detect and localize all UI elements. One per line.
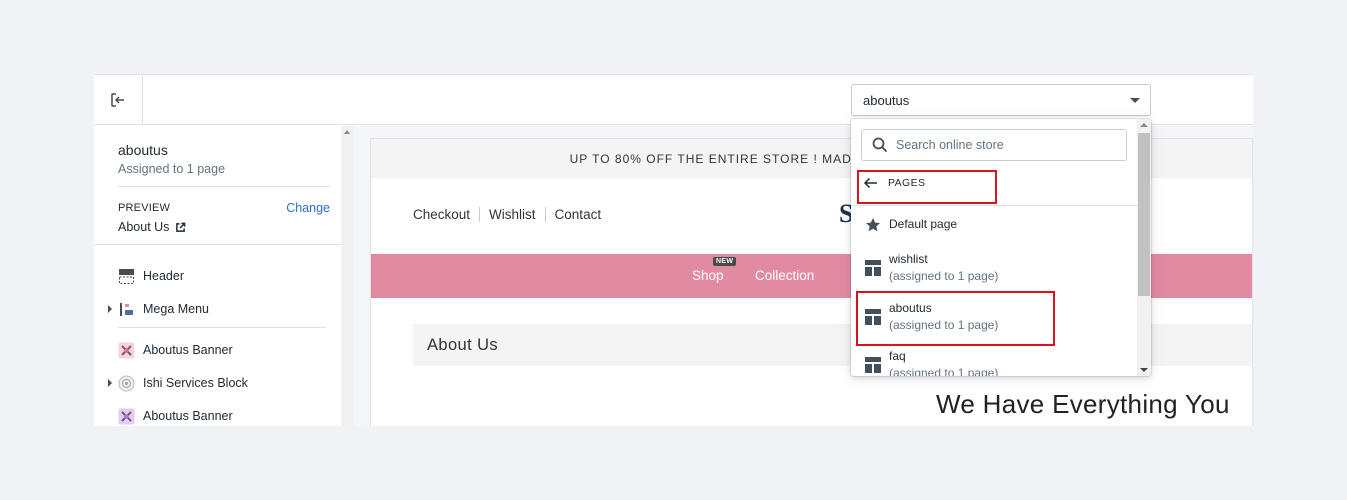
arrow-left-icon bbox=[863, 177, 877, 189]
divider bbox=[118, 327, 326, 328]
banner-app-icon bbox=[118, 342, 135, 359]
header-layout-icon bbox=[118, 268, 135, 285]
exit-editor-button[interactable] bbox=[94, 75, 143, 125]
star-icon bbox=[866, 218, 880, 232]
preview-page-link[interactable]: About Us bbox=[118, 220, 186, 234]
nav-link-contact[interactable]: Contact bbox=[544, 207, 611, 222]
exit-icon bbox=[111, 93, 124, 107]
item-title: aboutus bbox=[889, 301, 932, 315]
section-heading: We Have Everything You bbox=[936, 389, 1230, 419]
item-text: wishlist (assigned to 1 page) bbox=[889, 252, 998, 283]
menu-item-collection[interactable]: Collection bbox=[755, 268, 814, 283]
dropdown-item-faq[interactable]: faq (assigned to 1 page) bbox=[865, 349, 998, 376]
section-aboutus-banner[interactable]: Aboutus Banner bbox=[118, 340, 233, 360]
scrollbar-thumb[interactable] bbox=[1138, 133, 1150, 296]
nav-link-checkout[interactable]: Checkout bbox=[413, 207, 479, 222]
template-dropdown: Search online store PAGES Default page w… bbox=[851, 119, 1151, 376]
dropdown-scrollbar[interactable] bbox=[1137, 119, 1151, 376]
item-subtitle: (assigned to 1 page) bbox=[889, 318, 999, 332]
item-subtitle: (assigned to 1 page) bbox=[889, 366, 999, 376]
dropdown-item-aboutus[interactable]: aboutus (assigned to 1 page) bbox=[865, 301, 998, 332]
template-assigned-text: Assigned to 1 page bbox=[118, 162, 226, 176]
mega-menu-icon bbox=[118, 301, 135, 318]
scroll-up-arrow-icon[interactable] bbox=[1140, 123, 1148, 127]
page-title: About Us bbox=[427, 335, 499, 354]
section-label: Header bbox=[143, 269, 184, 283]
template-name: aboutus bbox=[118, 142, 168, 158]
sidebar-scrollbar[interactable] bbox=[341, 126, 354, 426]
editor-topbar: aboutus bbox=[94, 75, 1253, 125]
search-placeholder: Search online store bbox=[896, 138, 1004, 152]
back-label: PAGES bbox=[888, 177, 926, 189]
template-select[interactable]: aboutus bbox=[851, 84, 1151, 116]
template-select-value: aboutus bbox=[863, 92, 910, 108]
item-title: faq bbox=[889, 349, 906, 363]
dropdown-item-default-page[interactable]: Default page bbox=[865, 217, 957, 233]
scroll-down-arrow-icon[interactable] bbox=[1140, 368, 1148, 372]
template-icon bbox=[865, 309, 881, 325]
menu-item-shop[interactable]: Shop bbox=[692, 268, 724, 283]
template-icon bbox=[865, 260, 881, 276]
expand-arrow-icon[interactable] bbox=[108, 305, 112, 313]
sidebar: aboutus Assigned to 1 page PREVIEW Chang… bbox=[94, 126, 341, 426]
scroll-up-arrow-icon[interactable] bbox=[344, 130, 350, 134]
preview-page-name: About Us bbox=[118, 220, 170, 234]
search-icon bbox=[872, 137, 888, 153]
section-mega-menu[interactable]: Mega Menu bbox=[108, 299, 210, 319]
section-ishi-services-block[interactable]: Ishi Services Block bbox=[108, 373, 248, 393]
search-input[interactable]: Search online store bbox=[861, 129, 1127, 161]
template-icon bbox=[865, 357, 881, 373]
section-header[interactable]: Header bbox=[118, 266, 184, 286]
item-text: aboutus (assigned to 1 page) bbox=[889, 301, 998, 332]
header-nav-links: Checkout Wishlist Contact bbox=[413, 207, 610, 222]
item-text: Default page bbox=[889, 217, 957, 233]
section-label: Aboutus Banner bbox=[143, 343, 233, 357]
item-title: wishlist bbox=[889, 252, 928, 266]
section-label: Mega Menu bbox=[143, 302, 210, 316]
services-app-icon bbox=[118, 375, 135, 392]
back-to-pages-button[interactable]: PAGES bbox=[863, 177, 925, 189]
dropdown-item-wishlist[interactable]: wishlist (assigned to 1 page) bbox=[865, 252, 998, 283]
nav-link-wishlist[interactable]: Wishlist bbox=[479, 207, 545, 222]
section-aboutus-banner-2[interactable]: Aboutus Banner bbox=[118, 406, 233, 426]
divider bbox=[94, 244, 341, 245]
item-title: Default page bbox=[889, 217, 958, 231]
external-link-icon bbox=[176, 222, 186, 232]
preview-label: PREVIEW bbox=[118, 202, 171, 214]
new-badge: NEW bbox=[713, 257, 737, 266]
banner-app-icon bbox=[118, 408, 135, 425]
item-text: faq (assigned to 1 page) bbox=[889, 349, 998, 376]
divider bbox=[118, 186, 330, 187]
change-preview-link[interactable]: Change bbox=[286, 201, 330, 215]
divider bbox=[851, 205, 1137, 206]
section-label: Ishi Services Block bbox=[143, 376, 248, 390]
expand-arrow-icon[interactable] bbox=[108, 379, 112, 387]
item-subtitle: (assigned to 1 page) bbox=[889, 269, 999, 283]
section-label: Aboutus Banner bbox=[143, 409, 233, 423]
caret-down-icon bbox=[1130, 98, 1140, 103]
